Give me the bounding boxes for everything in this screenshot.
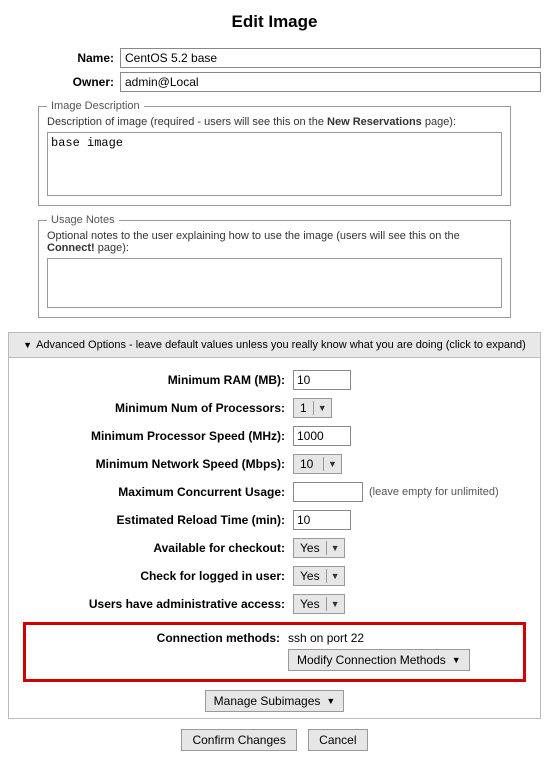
usage-notes-textarea[interactable] — [47, 258, 502, 308]
name-label: Name: — [8, 51, 120, 65]
chevron-down-icon: ▼ — [314, 403, 331, 413]
usage-notes-help: Optional notes to the user explaining ho… — [47, 230, 502, 254]
chevron-down-icon: ▼ — [326, 696, 335, 706]
chevron-down-icon: ▼ — [327, 571, 344, 581]
image-description-legend: Image Description — [47, 100, 144, 112]
admin-access-label: Users have administrative access: — [23, 597, 293, 611]
image-description-help: Description of image (required - users w… — [47, 116, 502, 128]
min-proc-speed-input[interactable] — [293, 426, 351, 446]
min-ram-label: Minimum RAM (MB): — [23, 373, 293, 387]
cancel-button[interactable]: Cancel — [308, 729, 367, 751]
min-ram-input[interactable] — [293, 370, 351, 390]
usage-notes-fieldset: Usage Notes Optional notes to the user e… — [38, 214, 511, 318]
chevron-down-icon: ▼ — [324, 459, 341, 469]
usage-notes-legend: Usage Notes — [47, 214, 119, 226]
check-logged-in-select[interactable]: Yes▼ — [293, 566, 345, 586]
modify-connection-methods-button[interactable]: Modify Connection Methods▼ — [288, 649, 470, 671]
chevron-down-icon: ▼ — [23, 340, 32, 350]
min-net-speed-select[interactable]: 10▼ — [293, 454, 342, 474]
advanced-options-header[interactable]: ▼Advanced Options - leave default values… — [9, 333, 540, 358]
image-description-fieldset: Image Description Description of image (… — [38, 100, 511, 206]
chevron-down-icon: ▼ — [327, 543, 344, 553]
available-checkout-select[interactable]: Yes▼ — [293, 538, 345, 558]
chevron-down-icon: ▼ — [327, 599, 344, 609]
name-input[interactable] — [120, 48, 541, 68]
chevron-down-icon: ▼ — [452, 655, 461, 665]
max-concurrent-label: Maximum Concurrent Usage: — [23, 485, 293, 499]
confirm-changes-button[interactable]: Confirm Changes — [181, 729, 296, 751]
owner-input[interactable] — [120, 72, 541, 92]
image-description-textarea[interactable]: base image — [47, 132, 502, 196]
min-procs-select[interactable]: 1▼ — [293, 398, 332, 418]
connection-methods-highlight: Connection methods: ssh on port 22 Modif… — [23, 622, 526, 682]
admin-access-select[interactable]: Yes▼ — [293, 594, 345, 614]
min-proc-speed-label: Minimum Processor Speed (MHz): — [23, 429, 293, 443]
owner-label: Owner: — [8, 75, 120, 89]
manage-subimages-button[interactable]: Manage Subimages▼ — [205, 690, 345, 712]
page-title: Edit Image — [8, 12, 541, 32]
min-procs-label: Minimum Num of Processors: — [23, 401, 293, 415]
available-checkout-label: Available for checkout: — [23, 541, 293, 555]
max-concurrent-hint: (leave empty for unlimited) — [369, 486, 499, 498]
max-concurrent-input[interactable] — [293, 482, 363, 502]
min-net-speed-label: Minimum Network Speed (Mbps): — [23, 457, 293, 471]
connection-methods-value: ssh on port 22 — [288, 631, 364, 645]
reload-time-input[interactable] — [293, 510, 351, 530]
connection-methods-label: Connection methods: — [36, 631, 288, 645]
reload-time-label: Estimated Reload Time (min): — [23, 513, 293, 527]
advanced-options-panel: ▼Advanced Options - leave default values… — [8, 332, 541, 719]
check-logged-in-label: Check for logged in user: — [23, 569, 293, 583]
